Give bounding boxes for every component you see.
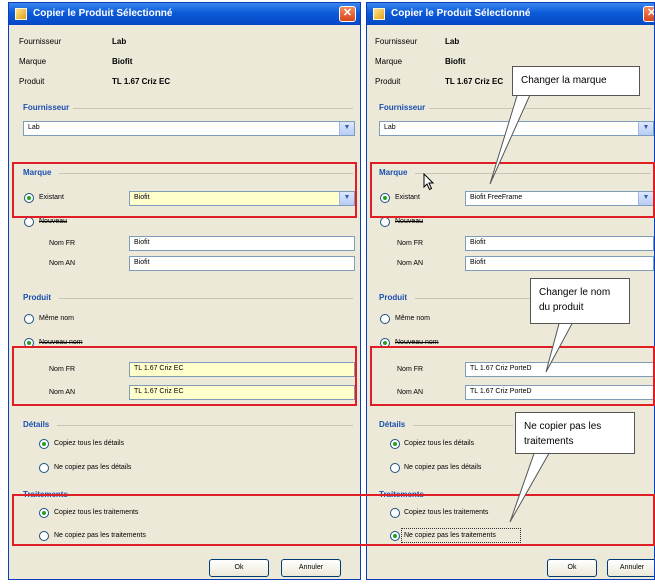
screenshot-stage: Copier le Produit Sélectionné ✕ Fourniss…	[0, 0, 655, 584]
marque-nom-fr-input[interactable]: Biofit	[465, 236, 654, 251]
produit-label: Produit	[375, 77, 401, 86]
app-icon	[373, 8, 385, 20]
section-produit: Produit	[23, 293, 51, 302]
marque-nom-an-label: Nom AN	[397, 260, 424, 267]
callout-tail	[489, 85, 535, 185]
details-no-copy-radio[interactable]	[39, 463, 49, 473]
divider	[429, 108, 651, 109]
dialog-title: Copier le Produit Sélectionné	[33, 8, 173, 19]
callout-nom: Changer le nom du produit	[530, 278, 630, 324]
marque-nouveau-label: Nouveau	[39, 218, 68, 225]
divider	[73, 108, 353, 109]
produit-nouveau-nom-label: Nouveau nom	[39, 339, 83, 346]
marque-nom-fr-label: Nom FR	[397, 240, 424, 247]
marque-nouveau-label: Nouveau	[395, 218, 424, 225]
marque-nom-fr-input[interactable]: Biofit	[129, 236, 355, 251]
fournisseur-combo-value: Lab	[28, 124, 40, 131]
marque-nom-an-input[interactable]: Biofit	[465, 256, 654, 271]
ok-button[interactable]: Ok	[209, 559, 269, 577]
highlight-marque-left	[12, 162, 357, 218]
details-copy-all-radio[interactable]	[39, 439, 49, 449]
chevron-down-icon[interactable]: ▼	[638, 122, 653, 135]
fournisseur-label: Fournisseur	[19, 37, 62, 46]
produit-meme-nom-label: Même nom	[39, 315, 75, 322]
section-fournisseur: Fournisseur	[379, 103, 426, 112]
marque-label: Marque	[19, 57, 47, 66]
details-no-copy-label: Ne copiez pas les détails	[54, 464, 132, 471]
callout-traitements: Ne copier pas les traitements	[515, 412, 635, 454]
fournisseur-label: Fournisseur	[375, 37, 418, 46]
ok-button[interactable]: Ok	[547, 559, 597, 577]
marque-nom-an-input[interactable]: Biofit	[129, 256, 355, 271]
section-details: Détails	[23, 420, 50, 429]
cancel-button[interactable]: Annuler	[281, 559, 341, 577]
divider	[59, 298, 353, 299]
marque-label: Marque	[375, 57, 403, 66]
callout-tail	[509, 448, 553, 523]
section-details: Détails	[379, 420, 406, 429]
title-bar[interactable]: Copier le Produit Sélectionné ✕	[367, 3, 654, 25]
divider	[57, 425, 353, 426]
fournisseur-combo-value: Lab	[384, 124, 396, 131]
callout-tail	[545, 320, 575, 373]
fournisseur-value: Lab	[112, 37, 127, 46]
close-button[interactable]: ✕	[339, 6, 356, 22]
highlight-nom-left	[12, 346, 357, 406]
highlight-nom-right	[370, 346, 655, 406]
marque-nouveau-radio[interactable]	[380, 217, 390, 227]
produit-meme-nom-radio[interactable]	[380, 314, 390, 324]
chevron-down-icon[interactable]: ▼	[339, 122, 354, 135]
details-copy-all-label: Copiez tous les détails	[54, 440, 125, 447]
marque-nom-fr-label: Nom FR	[49, 240, 76, 247]
cancel-button[interactable]: Annuler	[607, 559, 654, 577]
divider	[413, 425, 513, 426]
details-no-copy-radio[interactable]	[390, 463, 400, 473]
fournisseur-combo[interactable]: Lab ▼	[23, 121, 355, 136]
section-fournisseur: Fournisseur	[23, 103, 70, 112]
fournisseur-value: Lab	[445, 37, 460, 46]
title-bar[interactable]: Copier le Produit Sélectionné ✕	[9, 3, 360, 25]
section-produit: Produit	[379, 293, 407, 302]
marque-value: Biofit	[445, 57, 466, 66]
produit-value: TL 1.67 Criz EC	[112, 77, 171, 86]
close-button[interactable]: ✕	[643, 6, 654, 22]
produit-nouveau-nom-label: Nouveau nom	[395, 339, 439, 346]
marque-nom-an-label: Nom AN	[49, 260, 76, 267]
details-copy-all-label: Copiez tous les détails	[404, 440, 475, 447]
marque-nouveau-radio[interactable]	[24, 217, 34, 227]
app-icon	[15, 8, 27, 20]
produit-meme-nom-radio[interactable]	[24, 314, 34, 324]
produit-meme-nom-label: Même nom	[395, 315, 431, 322]
callout-marque: Changer la marque	[512, 66, 640, 96]
produit-label: Produit	[19, 77, 45, 86]
details-no-copy-label: Ne copiez pas les détails	[404, 464, 482, 471]
marque-value: Biofit	[112, 57, 133, 66]
details-copy-all-radio[interactable]	[390, 439, 400, 449]
dialog-title: Copier le Produit Sélectionné	[391, 8, 531, 19]
